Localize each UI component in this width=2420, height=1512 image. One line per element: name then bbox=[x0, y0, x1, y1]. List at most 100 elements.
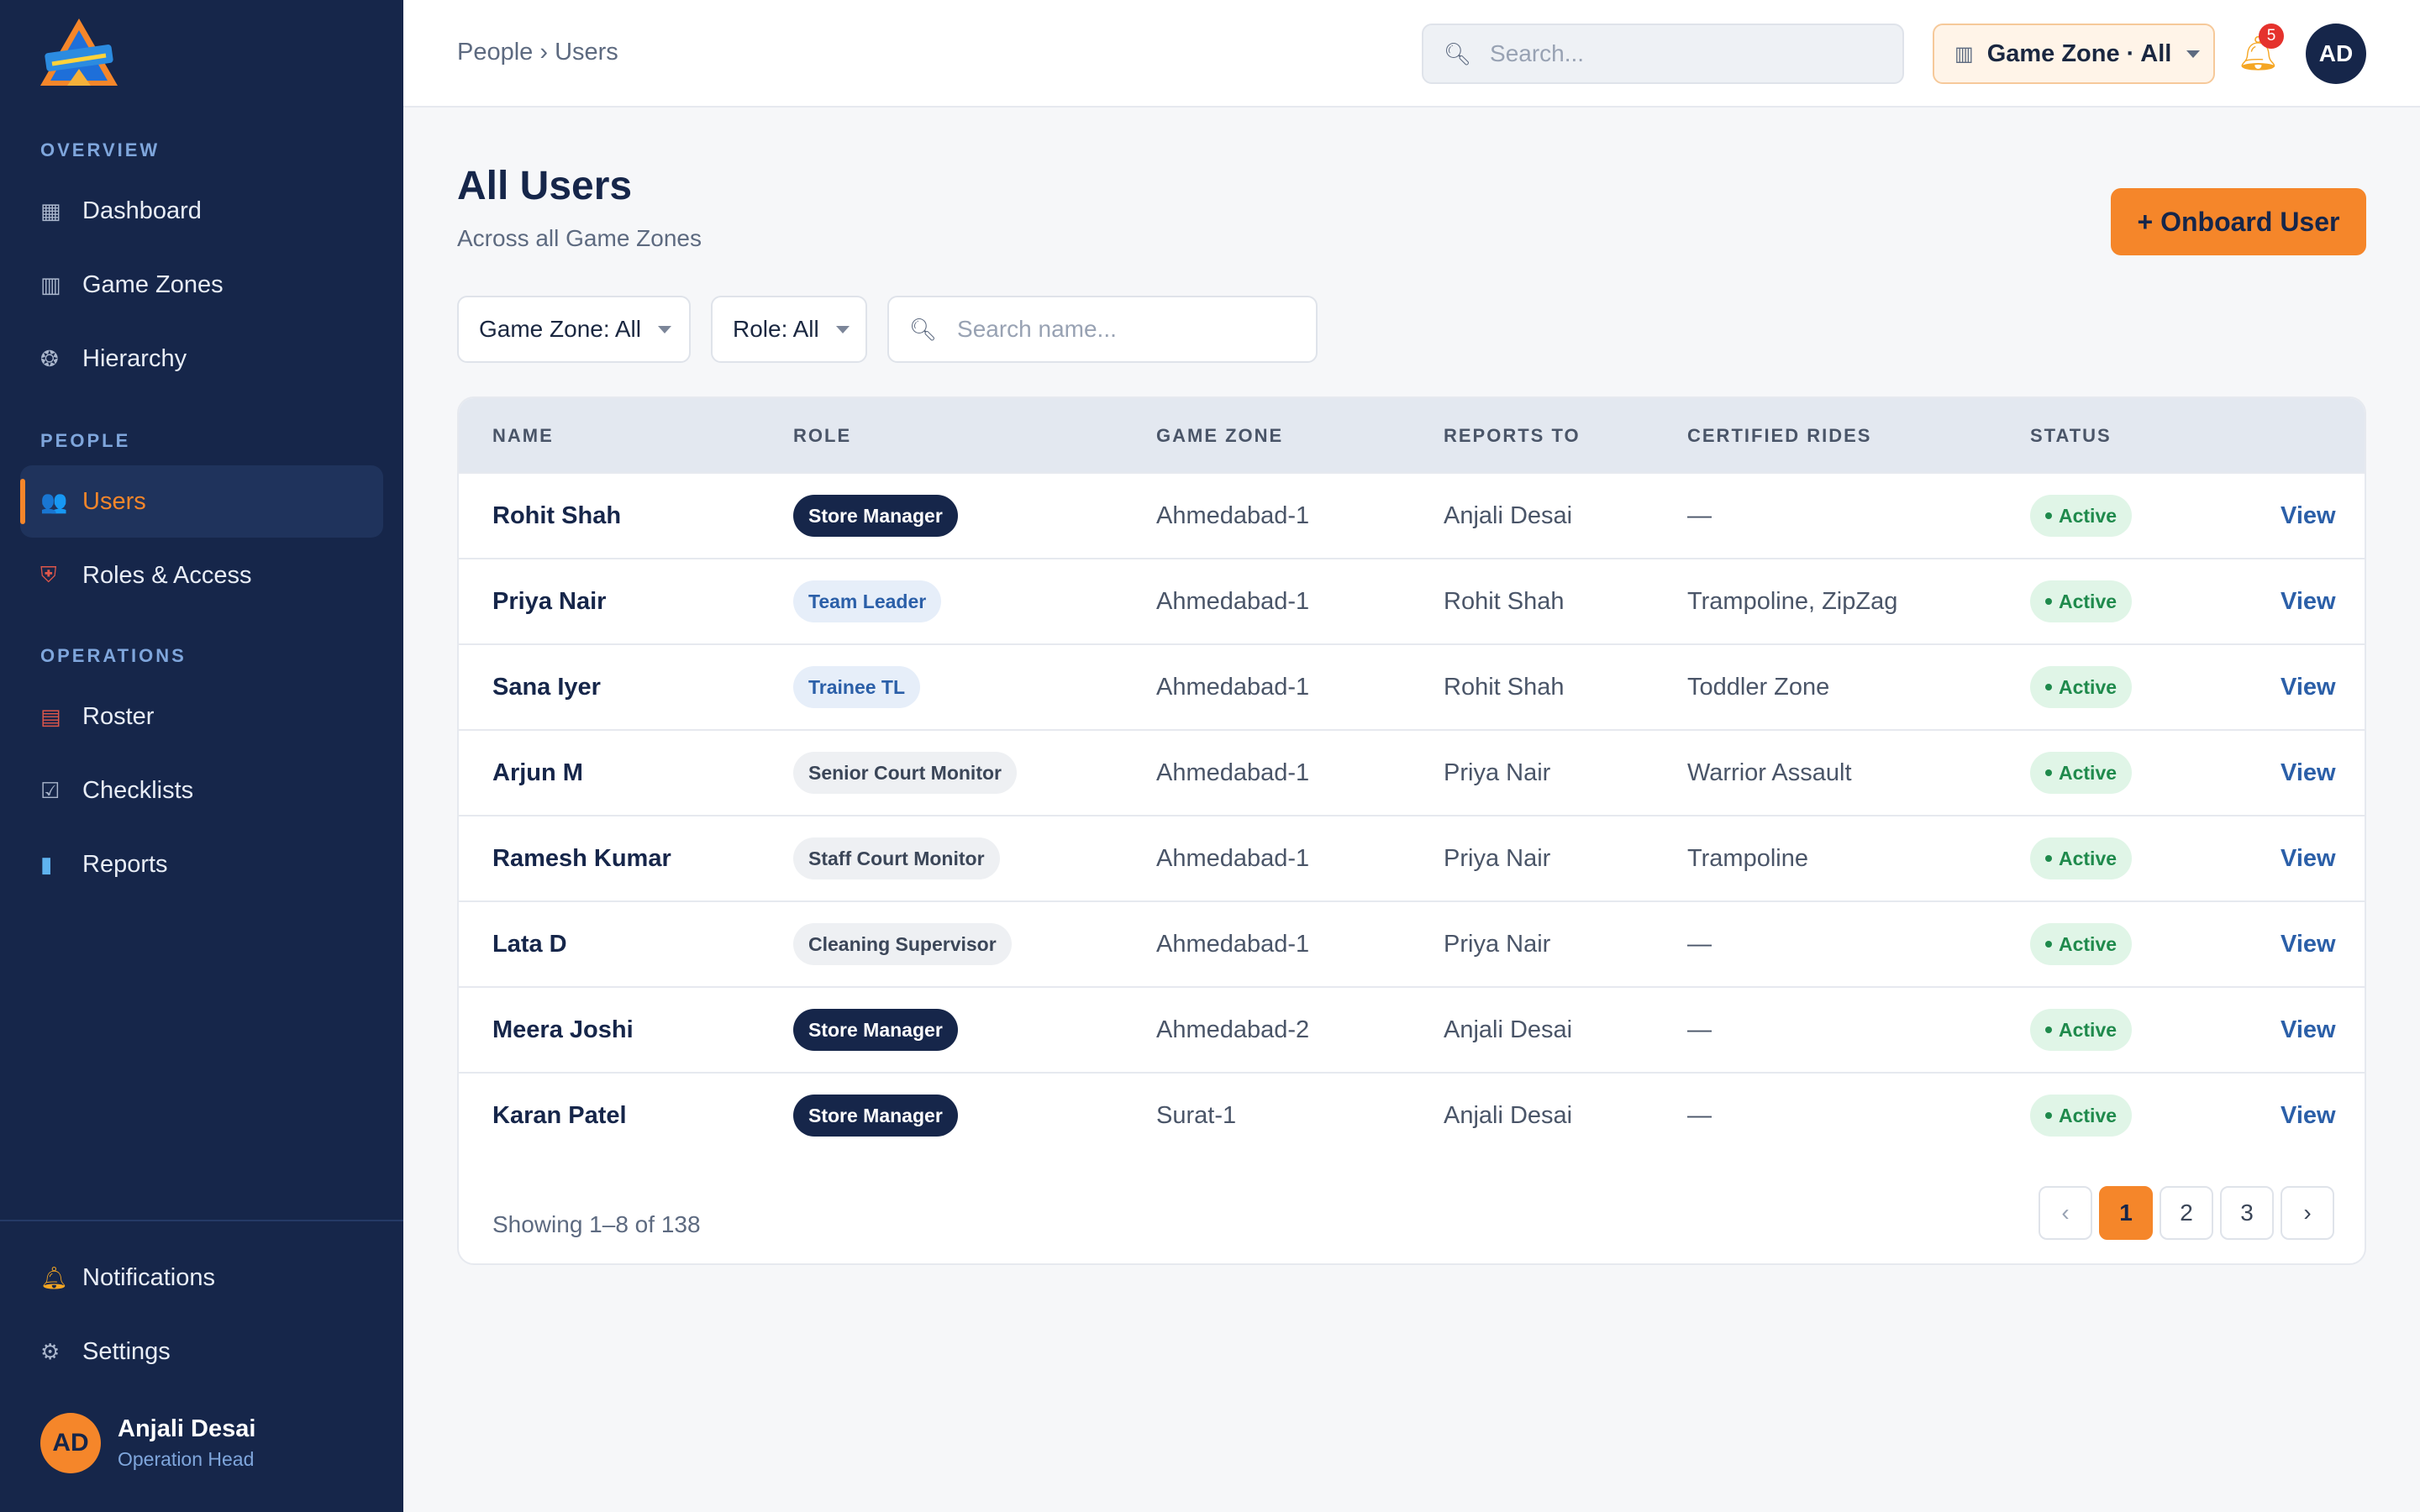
status-dot-icon bbox=[2045, 1026, 2052, 1033]
status-badge: Active bbox=[2030, 1095, 2133, 1137]
global-search[interactable]: 🔍︎ bbox=[1422, 24, 1904, 84]
game-zone-selector[interactable]: ▥ Game Zone · All bbox=[1933, 24, 2215, 84]
sidebar-item-label: Roles & Access bbox=[82, 561, 252, 589]
status-label: Active bbox=[2059, 590, 2118, 612]
building-icon: ▥ bbox=[40, 271, 61, 297]
column-header-game-zone[interactable]: GAME ZONE bbox=[1156, 425, 1283, 447]
status-label: Active bbox=[2059, 761, 2118, 784]
role-cell: Team Leader bbox=[793, 559, 942, 643]
view-user-link[interactable]: View bbox=[2281, 502, 2336, 530]
sidebar-item-settings[interactable]: ⚙ Settings bbox=[20, 1315, 383, 1388]
sidebar-item-hierarchy[interactable]: ❂ Hierarchy bbox=[20, 323, 383, 395]
view-user-link[interactable]: View bbox=[2281, 674, 2336, 701]
column-header-status[interactable]: STATUS bbox=[2030, 425, 2112, 447]
column-header-role[interactable]: ROLE bbox=[793, 425, 851, 447]
pagination-page-2[interactable]: 2 bbox=[2160, 1186, 2213, 1240]
pagination-page-3[interactable]: 3 bbox=[2220, 1186, 2274, 1240]
role-filter[interactable]: Role: All bbox=[711, 296, 867, 363]
checkbox-icon: ☑ bbox=[40, 777, 60, 803]
status-cell: Active bbox=[2030, 902, 2133, 986]
status-badge: Active bbox=[2030, 752, 2133, 794]
status-label: Active bbox=[2059, 847, 2118, 869]
view-user-link[interactable]: View bbox=[2281, 931, 2336, 958]
certified-rides-cell: — bbox=[1687, 1101, 1712, 1129]
breadcrumb[interactable]: People › Users bbox=[457, 39, 618, 66]
section-operations: OPERATIONS bbox=[40, 645, 187, 666]
user-name: Karan Patel bbox=[492, 1101, 627, 1129]
sidebar-item-roles-access[interactable]: ⛨ Roles & Access bbox=[20, 539, 383, 612]
sidebar-item-label: Dashboard bbox=[82, 197, 202, 224]
pagination-next-button[interactable]: › bbox=[2281, 1186, 2334, 1240]
reports-to-cell: Priya Nair bbox=[1444, 930, 1551, 958]
bell-icon: 🔔︎ bbox=[40, 1264, 69, 1290]
table-row[interactable]: Arjun M Senior Court Monitor Ahmedabad-1 Pr… bbox=[459, 729, 2365, 815]
view-user-link[interactable]: View bbox=[2281, 845, 2336, 873]
status-label: Active bbox=[2059, 932, 2118, 955]
user-name: Rohit Shah bbox=[492, 501, 622, 529]
pagination-prev-button[interactable]: ‹ bbox=[2039, 1186, 2092, 1240]
top-bar: People › Users 🔍︎ ▥ Game Zone · All 🔔︎ 5… bbox=[403, 0, 2420, 108]
status-dot-icon bbox=[2045, 941, 2052, 948]
actions-cell: View bbox=[2281, 559, 2336, 643]
user-name: Ramesh Kumar bbox=[492, 844, 671, 872]
reports-to-cell: Priya Nair bbox=[1444, 844, 1551, 872]
profile-role: Operation Head bbox=[118, 1448, 255, 1470]
view-user-link[interactable]: View bbox=[2281, 588, 2336, 616]
table-row[interactable]: Meera Joshi Store Manager Ahmedabad-2 Anjal… bbox=[459, 986, 2365, 1072]
sidebar-divider bbox=[0, 1220, 403, 1221]
sidebar-item-users[interactable]: 👥 Users bbox=[20, 465, 383, 538]
table-row[interactable]: Sana Iyer Trainee TL Ahmedabad-1 Rohit Shah… bbox=[459, 643, 2365, 729]
bar-chart-icon: ▮ bbox=[40, 851, 53, 877]
reports-to-cell: Rohit Shah bbox=[1444, 587, 1565, 615]
view-user-link[interactable]: View bbox=[2281, 1102, 2336, 1130]
name-search-input[interactable] bbox=[957, 316, 1311, 343]
global-search-input[interactable] bbox=[1490, 40, 1894, 67]
sidebar: OVERVIEW ▦ Dashboard ▥ Game Zones ❂ Hier… bbox=[0, 0, 403, 1512]
section-overview: OVERVIEW bbox=[40, 139, 160, 160]
name-search[interactable]: 🔍︎ bbox=[887, 296, 1318, 363]
sidebar-item-game-zones[interactable]: ▥ Game Zones bbox=[20, 249, 383, 321]
status-dot-icon bbox=[2045, 769, 2052, 776]
avatar: AD bbox=[40, 1413, 101, 1473]
status-badge: Active bbox=[2030, 837, 2133, 879]
game-zone-filter[interactable]: Game Zone: All bbox=[457, 296, 691, 363]
sidebar-item-notifications[interactable]: 🔔︎ Notifications bbox=[20, 1242, 383, 1314]
reports-to-cell: Rohit Shah bbox=[1444, 673, 1565, 701]
role-filter-label: Role: All bbox=[733, 316, 819, 342]
chevron-down-icon bbox=[657, 325, 671, 333]
actions-cell: View bbox=[2281, 645, 2336, 729]
column-header-name[interactable]: NAME bbox=[492, 425, 554, 447]
brand-logo[interactable] bbox=[34, 15, 124, 92]
column-header-certified-rides[interactable]: CERTIFIED RIDES bbox=[1687, 425, 1871, 447]
sidebar-item-reports[interactable]: ▮ Reports bbox=[20, 828, 383, 900]
user-name: Arjun M bbox=[492, 759, 583, 786]
actions-cell: View bbox=[2281, 988, 2336, 1072]
sidebar-item-checklists[interactable]: ☑ Checklists bbox=[20, 754, 383, 827]
sidebar-item-dashboard[interactable]: ▦ Dashboard bbox=[20, 175, 383, 247]
calendar-icon: ▤ bbox=[40, 703, 61, 729]
view-user-link[interactable]: View bbox=[2281, 759, 2336, 787]
avatar[interactable]: AD bbox=[2306, 24, 2366, 84]
table-row[interactable]: Karan Patel Store Manager Surat-1 Anjali De… bbox=[459, 1072, 2365, 1158]
table-row[interactable]: Lata D Cleaning Supervisor Ahmedabad-1 Priy… bbox=[459, 900, 2365, 986]
page-subtitle: Across all Game Zones bbox=[457, 225, 702, 251]
reports-to-cell: Priya Nair bbox=[1444, 759, 1551, 786]
view-user-link[interactable]: View bbox=[2281, 1016, 2336, 1044]
actions-cell: View bbox=[2281, 1074, 2336, 1158]
table-row[interactable]: Priya Nair Team Leader Ahmedabad-1 Rohit Sh… bbox=[459, 558, 2365, 643]
sidebar-item-label: Notifications bbox=[82, 1263, 215, 1291]
status-cell: Active bbox=[2030, 559, 2133, 643]
status-dot-icon bbox=[2045, 512, 2052, 519]
role-badge: Cleaning Supervisor bbox=[793, 923, 1012, 965]
sidebar-item-roster[interactable]: ▤ Roster bbox=[20, 680, 383, 753]
building-icon: ▥ bbox=[1954, 42, 1974, 66]
pagination-page-1[interactable]: 1 bbox=[2099, 1186, 2153, 1240]
status-cell: Active bbox=[2030, 988, 2133, 1072]
table-row[interactable]: Ramesh Kumar Staff Court Monitor Ahmedabad… bbox=[459, 815, 2365, 900]
role-badge: Trainee TL bbox=[793, 666, 921, 708]
onboard-user-button[interactable]: + Onboard User bbox=[2111, 188, 2366, 255]
column-header-reports-to[interactable]: REPORTS TO bbox=[1444, 425, 1581, 447]
shield-icon: ⛨ bbox=[40, 562, 57, 587]
table-row[interactable]: Rohit Shah Store Manager Ahmedabad-1 Anjali… bbox=[459, 472, 2365, 558]
user-profile[interactable]: AD Anjali Desai Operation Head bbox=[40, 1413, 255, 1473]
